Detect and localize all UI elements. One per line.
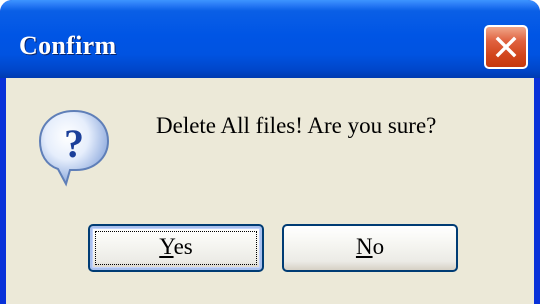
dialog-title: Confirm bbox=[19, 31, 117, 60]
yes-button[interactable]: Yes bbox=[88, 224, 264, 272]
svg-text:?: ? bbox=[64, 121, 84, 166]
confirm-message: Delete All files! Are you sure? bbox=[156, 113, 437, 138]
no-button[interactable]: No bbox=[282, 224, 458, 272]
title-bar[interactable]: Confirm bbox=[0, 0, 540, 78]
confirm-dialog: Confirm ? Delete All files! Are you sure… bbox=[0, 0, 540, 304]
no-label: o bbox=[372, 234, 385, 259]
close-button[interactable] bbox=[484, 25, 528, 69]
dialog-body: ? Delete All files! Are you sure? Yes No bbox=[6, 78, 534, 304]
focus-ring bbox=[95, 231, 257, 265]
question-icon: ? bbox=[38, 109, 110, 187]
close-icon bbox=[495, 36, 517, 58]
no-accelerator: N bbox=[355, 234, 373, 259]
